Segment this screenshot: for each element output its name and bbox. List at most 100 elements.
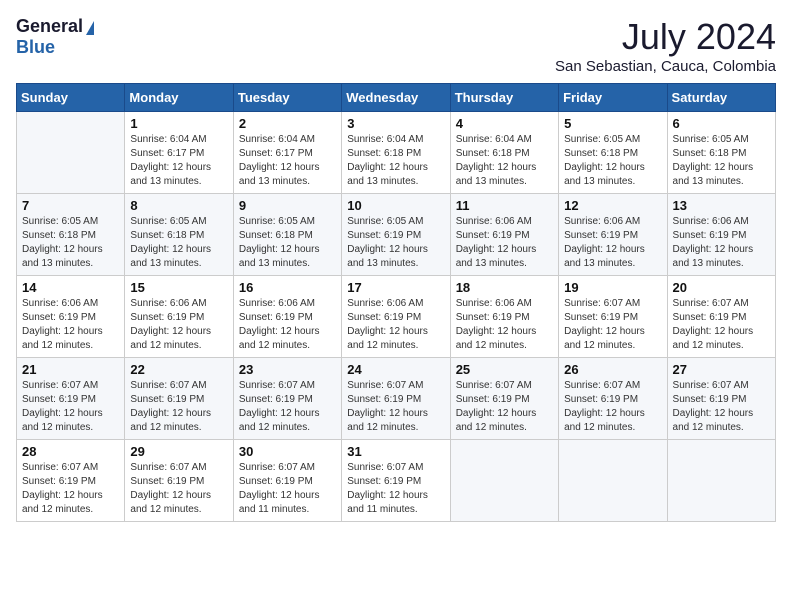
header-cell-thursday: Thursday	[450, 84, 558, 112]
day-number: 28	[22, 444, 119, 459]
day-number: 20	[673, 280, 770, 295]
week-row-5: 28 Sunrise: 6:07 AM Sunset: 6:19 PM Dayli…	[17, 440, 776, 522]
calendar-cell: 23Sunrise: 6:07 AM Sunset: 6:19 PM Dayli…	[233, 358, 341, 440]
week-row-4: 21 Sunrise: 6:07 AM Sunset: 6:19 PM Dayli…	[17, 358, 776, 440]
calendar-header: SundayMondayTuesdayWednesdayThursdayFrid…	[17, 84, 776, 112]
day-info: Sunrise: 6:05 AM Sunset: 6:18 PM Dayligh…	[564, 133, 661, 189]
calendar-cell: 10 Sunrise: 6:05 AM Sunset: 6:19 PM Dayli…	[342, 194, 450, 276]
location-title: San Sebastian, Cauca, Colombia	[555, 58, 776, 75]
day-info: Sunrise: 6:05 AM Sunset: 6:18 PM Dayligh…	[130, 215, 227, 271]
day-info: Sunrise: 6:06 AM Sunset: 6:19 PM Dayligh…	[673, 215, 770, 271]
calendar-cell: 1Sunrise: 6:04 AM Sunset: 6:17 PM Daylig…	[125, 112, 233, 194]
day-info: Sunrise: 6:06 AM Sunset: 6:19 PM Dayligh…	[456, 215, 553, 271]
calendar-cell: 20 Sunrise: 6:07 AM Sunset: 6:19 PM Dayli…	[667, 276, 775, 358]
calendar-cell: 24Sunrise: 6:07 AM Sunset: 6:19 PM Dayli…	[342, 358, 450, 440]
day-number: 21	[22, 362, 119, 377]
calendar-cell: 6 Sunrise: 6:05 AM Sunset: 6:18 PM Daylig…	[667, 112, 775, 194]
page-header: General Blue July 2024 San Sebastian, Ca…	[16, 16, 776, 75]
day-number: 2	[239, 116, 336, 131]
calendar-cell	[17, 112, 125, 194]
day-number: 13	[673, 198, 770, 213]
calendar-table: SundayMondayTuesdayWednesdayThursdayFrid…	[16, 83, 776, 522]
day-info: Sunrise: 6:05 AM Sunset: 6:18 PM Dayligh…	[673, 133, 770, 189]
week-row-2: 7 Sunrise: 6:05 AM Sunset: 6:18 PM Daylig…	[17, 194, 776, 276]
day-number: 18	[456, 280, 553, 295]
day-info: Sunrise: 6:07 AM Sunset: 6:19 PM Dayligh…	[673, 379, 770, 435]
day-info: Sunrise: 6:07 AM Sunset: 6:19 PM Dayligh…	[347, 379, 444, 435]
calendar-cell: 2 Sunrise: 6:04 AM Sunset: 6:17 PM Daylig…	[233, 112, 341, 194]
calendar-cell: 9 Sunrise: 6:05 AM Sunset: 6:18 PM Daylig…	[233, 194, 341, 276]
day-info: Sunrise: 6:06 AM Sunset: 6:19 PM Dayligh…	[456, 297, 553, 353]
day-info: Sunrise: 6:07 AM Sunset: 6:19 PM Dayligh…	[673, 297, 770, 353]
day-info: Sunrise: 6:05 AM Sunset: 6:18 PM Dayligh…	[22, 215, 119, 271]
header-cell-sunday: Sunday	[17, 84, 125, 112]
day-info: Sunrise: 6:07 AM Sunset: 6:19 PM Dayligh…	[564, 379, 661, 435]
calendar-cell: 16Sunrise: 6:06 AM Sunset: 6:19 PM Dayli…	[233, 276, 341, 358]
day-info: Sunrise: 6:07 AM Sunset: 6:19 PM Dayligh…	[239, 461, 336, 517]
logo-triangle-icon	[86, 21, 94, 35]
calendar-body: 1Sunrise: 6:04 AM Sunset: 6:17 PM Daylig…	[17, 112, 776, 522]
day-info: Sunrise: 6:05 AM Sunset: 6:19 PM Dayligh…	[347, 215, 444, 271]
calendar-cell: 26 Sunrise: 6:07 AM Sunset: 6:19 PM Dayli…	[559, 358, 667, 440]
calendar-cell	[667, 440, 775, 522]
calendar-cell: 27 Sunrise: 6:07 AM Sunset: 6:19 PM Dayli…	[667, 358, 775, 440]
title-area: July 2024 San Sebastian, Cauca, Colombia	[555, 16, 776, 75]
calendar-cell: 28 Sunrise: 6:07 AM Sunset: 6:19 PM Dayli…	[17, 440, 125, 522]
day-number: 30	[239, 444, 336, 459]
calendar-cell: 25Sunrise: 6:07 AM Sunset: 6:19 PM Dayli…	[450, 358, 558, 440]
header-row: SundayMondayTuesdayWednesdayThursdayFrid…	[17, 84, 776, 112]
day-number: 8	[130, 198, 227, 213]
day-info: Sunrise: 6:06 AM Sunset: 6:19 PM Dayligh…	[22, 297, 119, 353]
day-info: Sunrise: 6:07 AM Sunset: 6:19 PM Dayligh…	[564, 297, 661, 353]
day-info: Sunrise: 6:07 AM Sunset: 6:19 PM Dayligh…	[239, 379, 336, 435]
calendar-cell: 31Sunrise: 6:07 AM Sunset: 6:19 PM Dayli…	[342, 440, 450, 522]
calendar-cell: 18 Sunrise: 6:06 AM Sunset: 6:19 PM Dayli…	[450, 276, 558, 358]
calendar-cell: 12Sunrise: 6:06 AM Sunset: 6:19 PM Dayli…	[559, 194, 667, 276]
day-number: 9	[239, 198, 336, 213]
logo-blue: Blue	[16, 37, 55, 57]
day-info: Sunrise: 6:07 AM Sunset: 6:19 PM Dayligh…	[22, 461, 119, 517]
day-info: Sunrise: 6:07 AM Sunset: 6:19 PM Dayligh…	[130, 461, 227, 517]
calendar-cell	[450, 440, 558, 522]
day-number: 10	[347, 198, 444, 213]
calendar-cell	[559, 440, 667, 522]
day-info: Sunrise: 6:04 AM Sunset: 6:17 PM Dayligh…	[130, 133, 227, 189]
day-number: 17	[347, 280, 444, 295]
day-info: Sunrise: 6:04 AM Sunset: 6:18 PM Dayligh…	[456, 133, 553, 189]
header-cell-friday: Friday	[559, 84, 667, 112]
calendar-cell: 29 Sunrise: 6:07 AM Sunset: 6:19 PM Dayli…	[125, 440, 233, 522]
day-info: Sunrise: 6:06 AM Sunset: 6:19 PM Dayligh…	[347, 297, 444, 353]
week-row-1: 1Sunrise: 6:04 AM Sunset: 6:17 PM Daylig…	[17, 112, 776, 194]
day-number: 31	[347, 444, 444, 459]
day-number: 16	[239, 280, 336, 295]
day-info: Sunrise: 6:07 AM Sunset: 6:19 PM Dayligh…	[456, 379, 553, 435]
header-cell-wednesday: Wednesday	[342, 84, 450, 112]
day-number: 29	[130, 444, 227, 459]
day-number: 15	[130, 280, 227, 295]
calendar-cell: 7 Sunrise: 6:05 AM Sunset: 6:18 PM Daylig…	[17, 194, 125, 276]
day-number: 7	[22, 198, 119, 213]
calendar-cell: 11Sunrise: 6:06 AM Sunset: 6:19 PM Dayli…	[450, 194, 558, 276]
calendar-cell: 15 Sunrise: 6:06 AM Sunset: 6:19 PM Dayli…	[125, 276, 233, 358]
day-info: Sunrise: 6:07 AM Sunset: 6:19 PM Dayligh…	[130, 379, 227, 435]
day-info: Sunrise: 6:07 AM Sunset: 6:19 PM Dayligh…	[22, 379, 119, 435]
calendar-cell: 14 Sunrise: 6:06 AM Sunset: 6:19 PM Dayli…	[17, 276, 125, 358]
day-number: 6	[673, 116, 770, 131]
day-number: 22	[130, 362, 227, 377]
calendar-cell: 5 Sunrise: 6:05 AM Sunset: 6:18 PM Daylig…	[559, 112, 667, 194]
day-number: 27	[673, 362, 770, 377]
day-info: Sunrise: 6:06 AM Sunset: 6:19 PM Dayligh…	[130, 297, 227, 353]
calendar-cell: 30 Sunrise: 6:07 AM Sunset: 6:19 PM Dayli…	[233, 440, 341, 522]
calendar-cell: 17 Sunrise: 6:06 AM Sunset: 6:19 PM Dayli…	[342, 276, 450, 358]
day-number: 3	[347, 116, 444, 131]
day-info: Sunrise: 6:05 AM Sunset: 6:18 PM Dayligh…	[239, 215, 336, 271]
header-cell-tuesday: Tuesday	[233, 84, 341, 112]
day-number: 26	[564, 362, 661, 377]
logo: General Blue	[16, 16, 94, 58]
day-number: 12	[564, 198, 661, 213]
day-number: 14	[22, 280, 119, 295]
day-number: 5	[564, 116, 661, 131]
day-info: Sunrise: 6:04 AM Sunset: 6:17 PM Dayligh…	[239, 133, 336, 189]
day-number: 4	[456, 116, 553, 131]
calendar-cell: 13 Sunrise: 6:06 AM Sunset: 6:19 PM Dayli…	[667, 194, 775, 276]
